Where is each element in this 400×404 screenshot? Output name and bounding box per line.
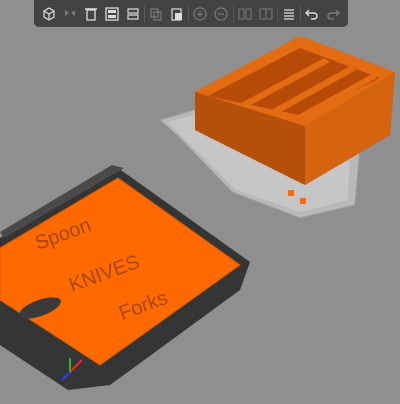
add-instance-icon (193, 6, 207, 21)
tray-foot (288, 190, 294, 196)
arrange-selection-button[interactable] (123, 4, 143, 24)
3d-viewport[interactable]: Spoon KNIVES Forks (0, 0, 400, 400)
delete-button[interactable] (60, 4, 80, 24)
add-instance-button[interactable] (190, 4, 210, 24)
undo-icon (305, 9, 318, 20)
scene-canvas: Spoon KNIVES Forks (0, 36, 395, 390)
undo-button[interactable] (302, 4, 322, 24)
paste-icon (171, 7, 183, 21)
arrange-button[interactable] (102, 4, 122, 24)
split-objects-icon (238, 8, 252, 19)
copy-icon (150, 7, 162, 21)
delete-all-button[interactable] (81, 4, 101, 24)
delete-all-icon (84, 7, 97, 21)
toolbar-separator (276, 5, 278, 22)
split-objects-button[interactable] (235, 4, 255, 24)
paste-button[interactable] (167, 4, 187, 24)
toolbar-separator (188, 5, 190, 22)
remove-instance-icon (214, 6, 229, 21)
toolbar-separator (144, 5, 146, 22)
split-parts-button[interactable] (256, 4, 276, 24)
tray-foot (300, 198, 306, 204)
toolbar-separator (300, 5, 302, 22)
redo-button[interactable] (323, 4, 343, 24)
arrange-icon (105, 6, 119, 21)
add-object-icon (42, 6, 55, 21)
copy-button[interactable] (146, 4, 166, 24)
toolbar-separator (232, 5, 234, 22)
top-toolbar (34, 0, 348, 27)
redo-icon (327, 9, 341, 20)
delete-icon (64, 9, 75, 16)
layers-icon (283, 8, 294, 20)
layers-button[interactable] (279, 4, 299, 24)
split-parts-icon (259, 8, 273, 19)
add-object-button[interactable] (39, 4, 59, 24)
remove-instance-button[interactable] (211, 4, 231, 24)
arrange-selection-icon (127, 7, 139, 20)
